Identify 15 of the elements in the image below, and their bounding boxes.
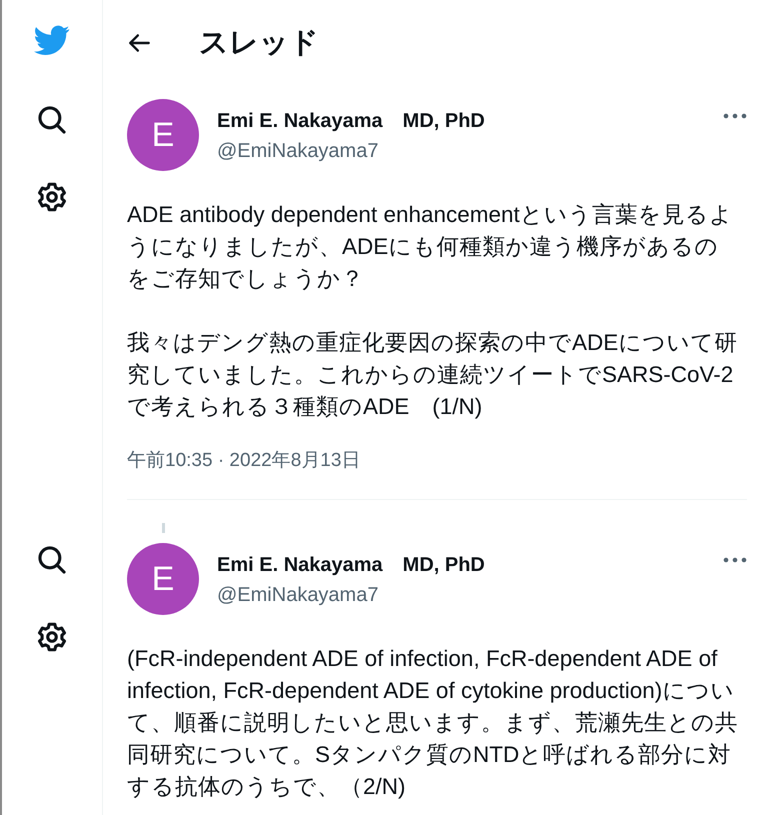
- more-icon[interactable]: [723, 557, 747, 563]
- tweet-text: (FcR-independent ADE of infection, FcR-dependent ADE of infection, FcR-dependent ADE of cytokine production)について、順番に説明したいと思います。まず、荒瀬先生との共同研究について。Sタンパク質のNTDと呼ばれる部分に対する抗体のうちで、（2/N): [127, 645, 739, 801]
- tweet-text: ADE antibody dependent enhancementという言葉を見るようになりましたが、ADEにも何種類か違う機序があるのをご存知でしょうか？: [127, 201, 734, 293]
- author-name[interactable]: Emi E. Nakayama MD, PhD: [217, 551, 705, 578]
- settings-icon[interactable]: [35, 180, 69, 214]
- avatar[interactable]: E: [127, 543, 199, 615]
- author-name[interactable]: Emi E. Nakayama MD, PhD: [217, 107, 705, 134]
- page-title: スレッド: [199, 26, 319, 60]
- more-icon[interactable]: [723, 113, 747, 119]
- timestamp[interactable]: 午前10:35 · 2022年8月13日: [127, 447, 360, 473]
- author-handle[interactable]: @EmiNakayama7: [217, 584, 705, 607]
- tweet-text: 我々はデング熱の重症化要因の探索の中でADEについて研究していました。これからの連続ツイートでSARS-CoV-2で考えられる３種類のADE (1/N): [127, 329, 738, 421]
- avatar[interactable]: E: [127, 99, 199, 171]
- settings-icon[interactable]: [35, 620, 69, 654]
- author-handle[interactable]: @EmiNakayama7: [217, 140, 705, 163]
